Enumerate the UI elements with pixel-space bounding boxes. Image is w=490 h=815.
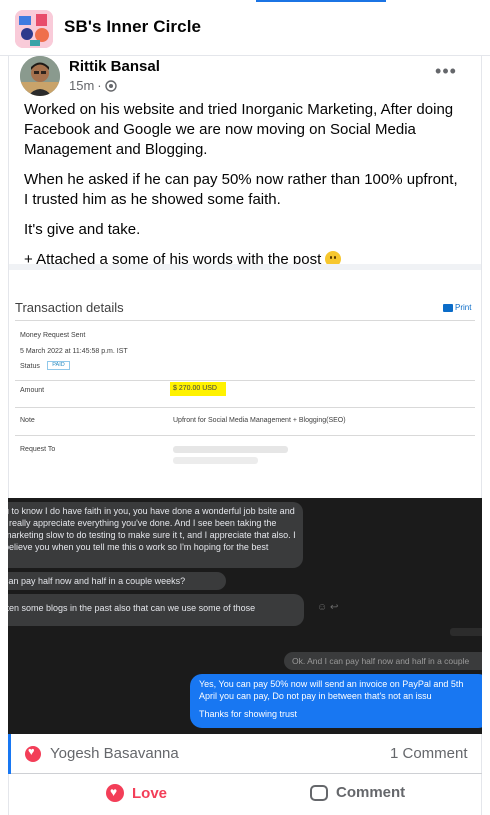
divider: [15, 435, 475, 436]
love-button[interactable]: Love: [106, 784, 167, 802]
group-header: SB's Inner Circle: [0, 0, 490, 56]
focus-indicator: [8, 734, 11, 774]
meta-separator: ·: [97, 78, 102, 93]
print-link: Print: [443, 303, 471, 312]
comment-button[interactable]: Comment: [310, 784, 405, 801]
post-body: Worked on his website and tried Inorgani…: [24, 100, 464, 280]
incoming-message: can pay half now and half in a couple we…: [8, 572, 226, 590]
group-cover-icon[interactable]: [15, 10, 53, 48]
outgoing-text: Yes, You can pay 50% now will send an in…: [199, 679, 464, 701]
note-value: Upfront for Social Media Management + Bl…: [173, 417, 346, 424]
love-reaction-icon[interactable]: [25, 746, 41, 762]
note-label: Note: [20, 417, 35, 424]
divider: [15, 320, 475, 321]
amount-label: Amount: [20, 387, 45, 394]
active-tab-indicator: [256, 0, 386, 2]
reactions-bar: Yogesh Basavanna 1 Comment: [8, 734, 482, 774]
redacted-timestamp: [450, 628, 482, 636]
print-label: Print: [455, 303, 472, 312]
comment-label: Comment: [336, 784, 406, 801]
post-paragraph: When he asked if he can pay 50% now rath…: [24, 171, 458, 208]
comment-icon: [310, 784, 328, 801]
love-label: Love: [132, 784, 168, 802]
incoming-message: tten some blogs in the past also that ca…: [8, 594, 304, 626]
heart-icon: [106, 784, 124, 802]
status-label: Status: [20, 363, 40, 370]
redacted-recipient: [173, 457, 258, 464]
divider: [15, 407, 475, 408]
post-timestamp[interactable]: 15m: [69, 78, 94, 93]
quoted-message: Ok. And I can pay half now and half in a…: [284, 652, 482, 670]
comments-count[interactable]: 1 Comment: [390, 745, 468, 762]
redacted-recipient: [173, 446, 288, 453]
printer-icon: [443, 303, 453, 312]
author-avatar[interactable]: [20, 56, 60, 96]
post-meta: 15m ·: [69, 78, 117, 93]
outgoing-thanks: Thanks for showing trust: [199, 709, 298, 719]
post-paragraph: Worked on his website and tried Inorgani…: [24, 101, 454, 158]
transaction-title: Transaction details: [15, 300, 124, 315]
outgoing-message: Yes, You can pay 50% now will send an in…: [190, 674, 482, 728]
reactor-name[interactable]: Yogesh Basavanna: [50, 745, 179, 762]
author-name[interactable]: Rittik Bansal: [69, 58, 160, 75]
incoming-message: u to know I do have faith in you, you ha…: [8, 502, 303, 568]
post-paragraph: It's give and take.: [24, 221, 141, 238]
chat-screenshot[interactable]: u to know I do have faith in you, you ha…: [8, 498, 482, 734]
request-to-label: Request To: [20, 446, 56, 453]
transaction-screenshot[interactable]: Transaction details Print Money Request …: [9, 270, 481, 496]
amount-value: $ 270.00 USD: [170, 382, 226, 396]
divider: [15, 380, 475, 381]
react-reply-icon: ☺ ↩: [317, 602, 339, 613]
post-actions: Love Comment: [8, 775, 482, 815]
group-name[interactable]: SB's Inner Circle: [64, 17, 201, 37]
transaction-date: 5 March 2022 at 11:45:58 p.m. IST: [20, 348, 128, 355]
globe-icon[interactable]: [104, 79, 117, 92]
more-options-icon[interactable]: •••: [432, 62, 460, 84]
status-badge: PAID: [47, 361, 70, 370]
request-type: Money Request Sent: [20, 332, 86, 339]
